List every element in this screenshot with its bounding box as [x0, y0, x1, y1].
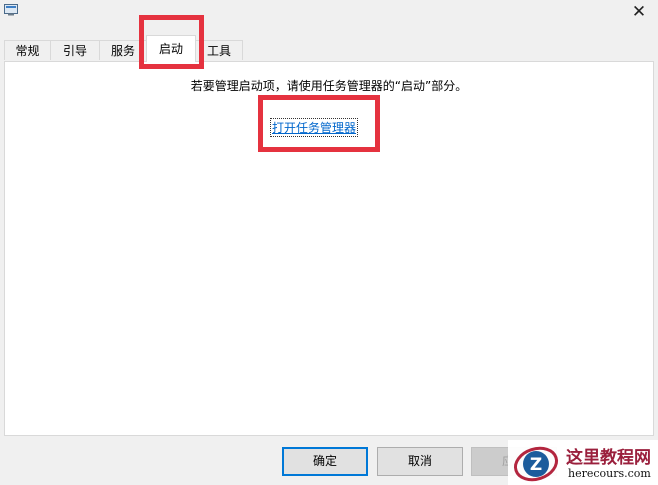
- app-icon: [4, 4, 18, 16]
- watermark-url: herecours.com: [568, 467, 651, 480]
- tab-boot[interactable]: 引导: [50, 40, 100, 60]
- tab-general[interactable]: 常规: [4, 40, 51, 60]
- close-button[interactable]: ✕: [624, 0, 654, 24]
- watermark: Z 这里教程网 herecours.com: [508, 440, 658, 485]
- tab-startup[interactable]: 启动: [146, 35, 196, 62]
- watermark-title: 这里教程网: [566, 448, 651, 468]
- ok-button[interactable]: 确定: [282, 447, 368, 476]
- tab-tools[interactable]: 工具: [195, 40, 243, 60]
- svg-text:Z: Z: [530, 455, 542, 475]
- startup-info-text: 若要管理启动项，请使用任务管理器的“启动”部分。: [190, 79, 468, 93]
- open-task-manager-link[interactable]: 打开任务管理器: [269, 118, 359, 137]
- startup-panel: 若要管理启动项，请使用任务管理器的“启动”部分。 打开任务管理器: [4, 61, 654, 436]
- watermark-logo-icon: Z: [513, 446, 559, 482]
- cancel-button[interactable]: 取消: [377, 447, 463, 476]
- tab-services[interactable]: 服务: [99, 40, 147, 60]
